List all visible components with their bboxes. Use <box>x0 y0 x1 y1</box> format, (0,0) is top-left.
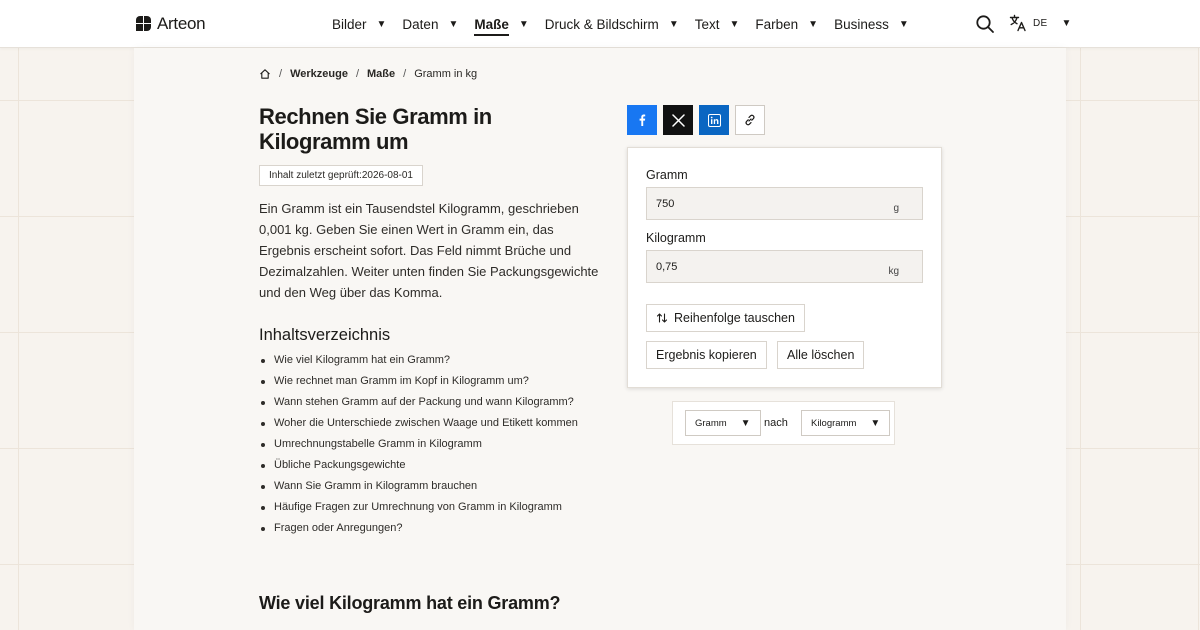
last-checked-badge: Inhalt zuletzt geprüft:2026-08-01 <box>259 165 423 186</box>
chevron-down-icon: ▼ <box>448 18 459 30</box>
search-button[interactable] <box>975 14 995 34</box>
x-icon <box>671 113 685 127</box>
toc-item[interactable]: Wann Sie Gramm in Kilogramm brauchen <box>259 476 578 497</box>
home-icon[interactable] <box>259 68 271 80</box>
nav-item-label: Text <box>694 16 720 32</box>
toc-item[interactable]: Wie viel Kilogramm hat ein Gramm? <box>259 350 578 371</box>
gramm-unit-suffix: g <box>893 203 899 214</box>
copy-result-label: Ergebnis kopieren <box>656 348 757 362</box>
search-icon <box>976 15 994 33</box>
toc-item[interactable]: Woher die Unterschiede zwischen Waage un… <box>259 413 578 434</box>
clear-all-button[interactable]: Alle löschen <box>777 341 865 369</box>
swap-order-label: Reihenfolge tauschen <box>674 311 795 325</box>
chevron-down-icon: ▼ <box>518 18 529 30</box>
toc-item[interactable]: Wie rechnet man Gramm im Kopf in Kilogra… <box>259 371 578 392</box>
breadcrumb-separator: / <box>403 68 407 80</box>
to-unit-value: Kilogramm <box>811 417 857 429</box>
to-unit-select[interactable]: Kilogramm ▼ <box>801 410 891 436</box>
gramm-input-value: 750 <box>656 198 675 210</box>
brand-logo[interactable]: Arteon <box>136 14 206 34</box>
breadcrumb-link-werkzeuge[interactable]: Werkzeuge <box>290 68 348 80</box>
chevron-down-icon: ▼ <box>740 417 751 429</box>
nav-item-text[interactable]: Text ▼ <box>695 11 740 38</box>
language-switcher[interactable]: DE ▼ <box>1009 14 1071 32</box>
unit-selector-bar: Gramm ▼ nach Kilogramm ▼ <box>672 401 895 445</box>
share-x-button[interactable] <box>663 105 693 135</box>
nav-item-label: Daten <box>402 16 439 32</box>
nav-item-daten[interactable]: Daten ▼ <box>402 11 458 38</box>
kilogramm-field-label: Kilogramm <box>646 231 706 245</box>
copy-link-button[interactable] <box>735 105 765 135</box>
unit-connector-text: nach <box>764 417 788 429</box>
gramm-field-label: Gramm <box>646 168 688 182</box>
chevron-down-icon: ▼ <box>898 18 909 30</box>
nav-item-label: Maße <box>474 11 509 38</box>
toc-heading: Inhaltsverzeichnis <box>259 326 391 344</box>
chevron-down-icon: ▼ <box>668 18 679 30</box>
share-buttons <box>627 105 765 135</box>
main-nav: Bilder ▼ Daten ▼ Maße ▼ Druck & Bildschi… <box>332 0 925 48</box>
link-icon <box>745 114 755 126</box>
chevron-down-icon: ▼ <box>808 18 819 30</box>
nav-item-farben[interactable]: Farben ▼ <box>755 11 818 38</box>
nav-item-bilder[interactable]: Bilder ▼ <box>332 11 386 38</box>
nav-item-druck-bildschirm[interactable]: Druck & Bildschirm ▼ <box>545 11 679 38</box>
chevron-down-icon: ▼ <box>376 18 387 30</box>
brand-name: Arteon <box>157 14 206 33</box>
swap-icon <box>656 313 668 323</box>
content-card: / Werkzeuge / Maße / Gramm in kg Rechnen… <box>134 48 1066 630</box>
logo-mark-icon <box>136 16 152 32</box>
from-unit-select[interactable]: Gramm ▼ <box>685 410 761 436</box>
facebook-icon <box>639 114 646 126</box>
breadcrumb-separator: / <box>279 68 283 80</box>
nav-item-label: Bilder <box>332 16 367 32</box>
nav-item-label: Farben <box>755 16 799 32</box>
nav-item-masse[interactable]: Maße ▼ <box>474 11 529 38</box>
from-unit-value: Gramm <box>695 417 727 429</box>
breadcrumb-link-masse[interactable]: Maße <box>367 68 395 80</box>
clear-all-label: Alle löschen <box>787 348 855 362</box>
swap-order-button[interactable]: Reihenfolge tauschen <box>646 304 805 332</box>
kilogramm-input-value: 0,75 <box>656 261 678 273</box>
gramm-input[interactable]: 750 g <box>646 187 923 220</box>
chevron-down-icon: ▼ <box>729 18 740 30</box>
copy-result-button[interactable]: Ergebnis kopieren <box>646 341 767 369</box>
top-navigation-bar: Arteon Bilder ▼ Daten ▼ Maße ▼ Druck & B… <box>0 0 1200 48</box>
converter-panel: Gramm 750 g Kilogramm 0,75 kg Reihenfolg… <box>627 147 942 388</box>
translate-icon <box>1009 14 1026 32</box>
kilogramm-unit-suffix: kg <box>888 266 899 277</box>
page-title: Rechnen Sie Gramm in Kilogramm um <box>259 104 492 154</box>
breadcrumb-separator: / <box>355 68 359 80</box>
breadcrumb: / Werkzeuge / Maße / Gramm in kg <box>259 68 477 80</box>
share-facebook-button[interactable] <box>627 105 657 135</box>
share-linkedin-button[interactable] <box>699 105 729 135</box>
toc-item[interactable]: Übliche Packungsgewichte <box>259 455 578 476</box>
table-of-contents: Wie viel Kilogramm hat ein Gramm? Wie re… <box>259 350 578 539</box>
linkedin-icon <box>707 113 721 127</box>
toc-item[interactable]: Fragen oder Anregungen? <box>259 518 578 539</box>
section-heading: Wie viel Kilogramm hat ein Gramm? <box>259 593 561 613</box>
nav-item-business[interactable]: Business ▼ <box>834 11 909 38</box>
chevron-down-icon: ▼ <box>1061 17 1072 29</box>
nav-item-label: Druck & Bildschirm <box>544 16 659 32</box>
toc-item[interactable]: Häufige Fragen zur Umrechnung von Gramm … <box>259 497 578 518</box>
nav-item-label: Business <box>834 16 889 32</box>
chevron-down-icon: ▼ <box>870 417 881 429</box>
breadcrumb-current: Gramm in kg <box>414 68 478 80</box>
kilogramm-input[interactable]: 0,75 kg <box>646 250 923 283</box>
intro-paragraph: Ein Gramm ist ein Tausendstel Kilogramm,… <box>259 201 599 300</box>
language-code: DE <box>1033 17 1048 29</box>
toc-item[interactable]: Umrechnungstabelle Gramm in Kilogramm <box>259 434 578 455</box>
toc-item[interactable]: Wann stehen Gramm auf der Packung und wa… <box>259 392 578 413</box>
